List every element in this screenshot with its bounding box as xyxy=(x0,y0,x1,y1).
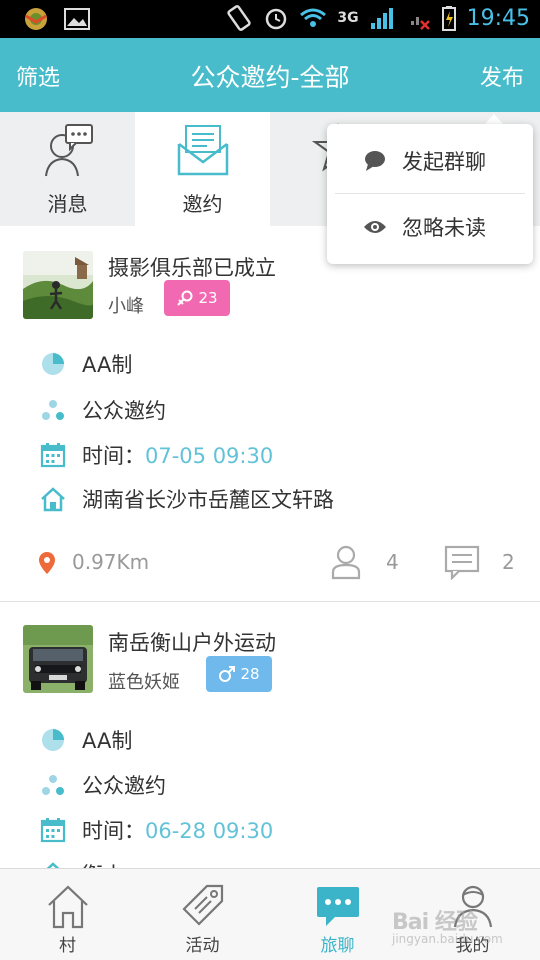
badge-age: 28 xyxy=(240,665,260,683)
user-icon xyxy=(453,885,493,928)
group-dots-icon xyxy=(42,400,64,420)
nav-label: 旅聊 xyxy=(320,936,355,956)
tag-icon xyxy=(182,884,224,926)
card-thumbnail[interactable] xyxy=(23,625,93,693)
menu-item-start-group-chat[interactable]: 发起群聊 xyxy=(327,128,533,194)
address-text: 衡山 xyxy=(82,859,124,868)
address-row: 衡山 xyxy=(40,858,124,868)
pie-chart-icon xyxy=(42,729,64,751)
chat-person-icon xyxy=(45,124,93,177)
app-notification-icon xyxy=(25,8,47,30)
address-text: 湖南省长沙市岳麓区文轩路 xyxy=(82,488,334,512)
payment-row: AA制 xyxy=(40,724,132,756)
page-title: 公众邀约-全部 xyxy=(190,63,350,92)
publish-button[interactable]: 发布 xyxy=(480,60,524,92)
bottom-nav: 村 活动 旅聊 我的 xyxy=(0,868,540,960)
calendar-icon xyxy=(40,818,66,843)
house-icon xyxy=(48,885,88,929)
card-title: 摄影俱乐部已成立 xyxy=(108,256,276,280)
clock: 19:45 xyxy=(466,5,530,31)
card-footer: 0.97Km 4 2 xyxy=(0,542,540,582)
home-icon xyxy=(41,487,65,512)
signal-icon xyxy=(370,8,393,29)
battery-icon xyxy=(441,6,456,31)
nav-activity[interactable]: 活动 xyxy=(135,869,270,960)
invitation-card[interactable]: 南岳衡山户外运动 蓝色妖姬 28 AA制 公众邀约 时间：06-28 09:30 xyxy=(0,602,540,868)
comment-icon[interactable] xyxy=(444,544,480,580)
alarm-icon xyxy=(266,8,287,30)
gender-age-badge: 23 xyxy=(164,280,230,316)
nav-travel-chat[interactable]: 旅聊 xyxy=(270,869,405,960)
nav-label: 活动 xyxy=(185,936,220,956)
menu-item-ignore-unread[interactable]: 忽略未读 xyxy=(327,194,533,260)
card-author: 小峰 xyxy=(108,296,144,317)
female-icon xyxy=(177,290,193,306)
time-label: 时间： xyxy=(82,444,145,468)
nav-label: 我的 xyxy=(455,936,490,956)
invitation-card[interactable]: 摄影俱乐部已成立 小峰 23 AA制 公众邀约 时间：07-05 09:30 湖… xyxy=(0,226,540,602)
time-row: 时间：06-28 09:30 xyxy=(40,814,273,846)
time-row: 时间：07-05 09:30 xyxy=(40,439,273,471)
calendar-icon xyxy=(40,443,66,468)
type-text: 公众邀约 xyxy=(82,774,166,798)
comments-count: 2 xyxy=(502,550,515,574)
rotate-icon xyxy=(227,5,252,31)
popup-menu: 发起群聊 忽略未读 xyxy=(327,124,533,264)
tab-label: 消息 xyxy=(47,192,88,216)
male-icon xyxy=(219,666,236,682)
home-icon xyxy=(46,862,60,868)
payment-text: AA制 xyxy=(82,729,133,753)
network-type: 3G xyxy=(337,10,359,26)
gallery-icon xyxy=(64,8,90,30)
payment-row: AA制 xyxy=(40,348,132,380)
group-dots-icon xyxy=(42,775,64,795)
time-value: 06-28 09:30 xyxy=(145,819,274,843)
distance: 0.97Km xyxy=(72,550,150,574)
time-value: 07-05 09:30 xyxy=(145,444,274,468)
nav-village[interactable]: 村 xyxy=(0,869,135,960)
chat-dots-icon xyxy=(317,887,359,926)
status-bar: 3G 19:45 xyxy=(0,0,540,38)
card-author: 蓝色妖姬 xyxy=(108,672,180,693)
envelope-icon xyxy=(177,125,229,176)
invitation-list: 摄影俱乐部已成立 小峰 23 AA制 公众邀约 时间：07-05 09:30 湖… xyxy=(0,226,540,868)
time-label: 时间： xyxy=(82,819,145,843)
menu-item-label: 忽略未读 xyxy=(402,216,486,240)
badge-age: 23 xyxy=(198,289,218,307)
tab-messages[interactable]: 消息 xyxy=(0,112,135,226)
wifi-icon xyxy=(300,8,327,27)
no-signal-icon xyxy=(410,17,430,30)
chat-bubble-icon xyxy=(365,151,385,171)
gender-age-badge: 28 xyxy=(206,656,272,692)
card-title: 南岳衡山户外运动 xyxy=(108,631,276,655)
card-thumbnail[interactable] xyxy=(23,251,93,319)
tab-invitations[interactable]: 邀约 xyxy=(135,112,270,226)
location-pin-icon xyxy=(39,552,55,574)
participants-count: 4 xyxy=(386,550,399,574)
nav-mine[interactable]: 我的 xyxy=(405,869,540,960)
app-header: 筛选 公众邀约-全部 发布 xyxy=(0,38,540,112)
menu-item-label: 发起群聊 xyxy=(402,150,486,174)
address-row: 湖南省长沙市岳麓区文轩路 xyxy=(40,483,334,515)
type-row: 公众邀约 xyxy=(40,769,166,801)
participants-icon[interactable] xyxy=(330,544,362,580)
type-text: 公众邀约 xyxy=(82,399,166,423)
pie-chart-icon xyxy=(42,353,64,375)
payment-text: AA制 xyxy=(82,353,133,377)
eye-icon xyxy=(364,221,386,233)
type-row: 公众邀约 xyxy=(40,394,166,426)
tab-label: 邀约 xyxy=(182,192,223,216)
nav-label: 村 xyxy=(59,936,76,956)
